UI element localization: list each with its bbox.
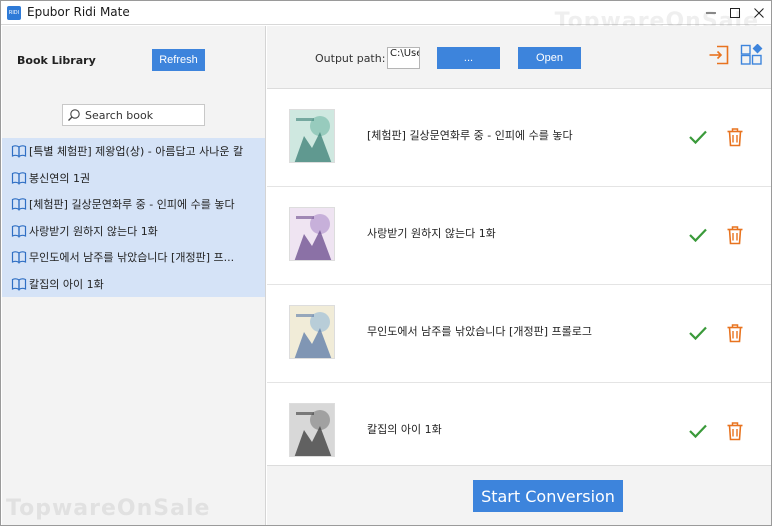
conversion-row: 칼집의 아이 1화 (267, 383, 771, 465)
book-item[interactable]: 칼집의 아이 1화 (2, 271, 265, 298)
open-book-icon (11, 145, 27, 158)
book-title: 무인도에서 남주를 낚았습니다 [개정판] 프... (29, 251, 235, 265)
checkmark-icon (689, 228, 707, 243)
book-item[interactable]: 봉신연의 1권 (2, 165, 265, 192)
book-list: [특별 체험판] 제왕업(상) - 아름답고 사나운 칼 봉신연의 1권 [체험… (2, 138, 265, 297)
output-toolbar: Output path: C:\Users ... Open (267, 26, 771, 89)
conversion-title: 무인도에서 남주를 낚았습니다 [개정판] 프롤로그 (367, 325, 592, 338)
open-folder-button[interactable]: Open (518, 47, 581, 69)
book-title: 사랑받기 원하지 않는다 1화 (29, 224, 158, 238)
book-title: [특별 체험판] 제왕업(상) - 아름답고 사나운 칼 (29, 145, 244, 159)
checkmark-icon (689, 424, 707, 439)
minimize-icon (706, 12, 716, 14)
app-window: RIDI Epubor Ridi Mate TopwareOnSale Book… (0, 0, 772, 526)
conversion-panel: Output path: C:\Users ... Open [체험판] 길상문… (267, 26, 771, 525)
book-cover (289, 403, 335, 457)
open-book-icon (11, 198, 27, 211)
bottom-bar: Start Conversion (267, 465, 771, 525)
window-title: Epubor Ridi Mate (27, 5, 130, 19)
output-path-field[interactable]: C:\Users (387, 47, 420, 69)
open-book-icon (11, 278, 27, 291)
checkmark-icon (689, 326, 707, 341)
book-cover (289, 207, 335, 261)
sign-in-icon[interactable] (708, 44, 730, 66)
app-logo-icon: RIDI (7, 6, 21, 20)
book-cover (289, 109, 335, 163)
book-item[interactable]: 무인도에서 남주를 낚았습니다 [개정판] 프... (2, 244, 265, 271)
title-bar: RIDI Epubor Ridi Mate TopwareOnSale (1, 1, 771, 34)
book-item[interactable]: 사랑받기 원하지 않는다 1화 (2, 218, 265, 245)
close-button[interactable] (749, 3, 769, 23)
open-book-icon (11, 225, 27, 238)
search-box[interactable] (62, 104, 205, 126)
open-book-icon (11, 251, 27, 264)
book-item[interactable]: [체험판] 길상문연화루 중 - 인피에 수를 놓다 (2, 191, 265, 218)
book-title: 칼집의 아이 1화 (29, 277, 104, 291)
refresh-button[interactable]: Refresh (152, 49, 205, 71)
book-title: 봉신연의 1권 (29, 171, 91, 185)
apps-grid-icon[interactable] (740, 44, 764, 68)
trash-icon[interactable] (726, 323, 744, 343)
trash-icon[interactable] (726, 127, 744, 147)
library-title: Book Library (17, 54, 96, 67)
browse-button[interactable]: ... (437, 47, 500, 69)
library-panel: Book Library Refresh [특별 체험판] 제왕업(상) - 아… (2, 26, 266, 525)
trash-icon[interactable] (726, 225, 744, 245)
open-book-icon (11, 172, 27, 185)
conversion-row: 사랑받기 원하지 않는다 1화 (267, 187, 771, 285)
watermark: TopwareOnSale (6, 496, 211, 521)
close-icon (754, 8, 764, 18)
book-title: [체험판] 길상문연화루 중 - 인피에 수를 놓다 (29, 198, 235, 212)
conversion-row: 무인도에서 남주를 낚았습니다 [개정판] 프롤로그 (267, 285, 771, 383)
conversion-list: [체험판] 길상문연화루 중 - 인피에 수를 놓다사랑받기 원하지 않는다 1… (267, 89, 771, 465)
book-item[interactable]: [특별 체험판] 제왕업(상) - 아름답고 사나운 칼 (2, 138, 265, 165)
checkmark-icon (689, 130, 707, 145)
conversion-title: 칼집의 아이 1화 (367, 423, 442, 436)
book-cover (289, 305, 335, 359)
conversion-title: [체험판] 길상문연화루 중 - 인피에 수를 놓다 (367, 129, 573, 142)
search-icon (68, 109, 80, 121)
start-conversion-button[interactable]: Start Conversion (473, 480, 623, 512)
maximize-icon (730, 8, 740, 18)
conversion-row: [체험판] 길상문연화루 중 - 인피에 수를 놓다 (267, 89, 771, 187)
maximize-button[interactable] (725, 3, 745, 23)
search-input[interactable] (85, 108, 200, 122)
conversion-title: 사랑받기 원하지 않는다 1화 (367, 227, 496, 240)
output-path-label: Output path: (315, 52, 386, 65)
minimize-button[interactable] (701, 3, 721, 23)
trash-icon[interactable] (726, 421, 744, 441)
